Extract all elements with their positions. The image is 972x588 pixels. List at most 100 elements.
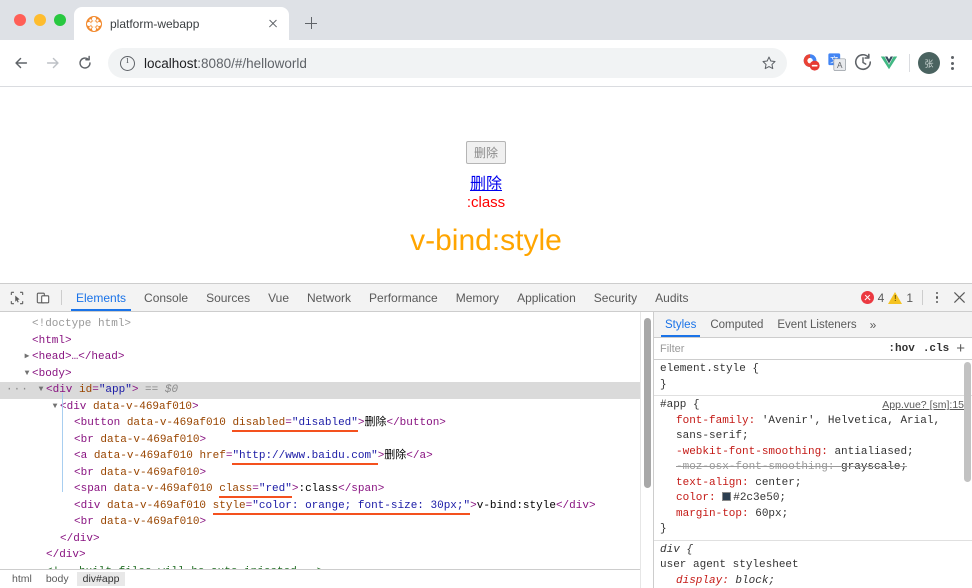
devtools-body: <!doctype html> <html> ▶ <head>…</head> ▼ <bo…: [0, 312, 972, 588]
tab-audits[interactable]: Audits: [646, 284, 697, 311]
css-declaration[interactable]: -moz-osx-font-smoothing: grayscale;: [660, 460, 972, 476]
dom-tree-row[interactable]: <div data-v-469af010 style="color: orang…: [0, 498, 640, 515]
issue-counters[interactable]: 4 1: [860, 284, 917, 311]
tab-styles[interactable]: Styles: [658, 312, 703, 337]
tab-console[interactable]: Console: [135, 284, 197, 311]
dom-token: data-v-469af010: [100, 516, 200, 528]
tab-elements[interactable]: Elements: [67, 284, 135, 311]
minimize-window-button[interactable]: [34, 14, 46, 26]
svg-text:A: A: [837, 61, 843, 70]
css-declaration[interactable]: margin-top: 60px;: [660, 507, 972, 523]
twisty-expanded-icon[interactable]: ▼: [50, 399, 60, 416]
dom-tree-row[interactable]: <br data-v-469af010>: [0, 432, 640, 449]
dom-token: <!-- built files will be auto injected -…: [46, 566, 323, 570]
css-property-name: -webkit-font-smoothing:: [676, 445, 835, 458]
site-info-icon[interactable]: [120, 55, 135, 71]
dom-tree-row[interactable]: <span data-v-469af010 class="red">:class…: [0, 481, 640, 498]
dom-tree-row[interactable]: ▼ <div data-v-469af010>: [0, 399, 640, 416]
tab-performance[interactable]: Performance: [360, 284, 447, 311]
breadcrumb-div-app[interactable]: div#app: [76, 572, 126, 586]
device-toolbar-icon[interactable]: [30, 284, 56, 311]
breadcrumb-html[interactable]: html: [6, 572, 38, 586]
reload-button[interactable]: [70, 48, 100, 78]
dom-token: "http://www.baidu.com": [232, 450, 378, 465]
dom-tree-row[interactable]: ▶ <head>…</head>: [0, 349, 640, 366]
tab-security[interactable]: Security: [585, 284, 646, 311]
css-selector: div {: [660, 543, 694, 556]
css-declaration[interactable]: display: block;: [660, 574, 972, 588]
css-declaration[interactable]: color: #2c3e50;: [660, 491, 972, 507]
css-rule[interactable]: element.style {}: [654, 360, 972, 396]
tab-memory[interactable]: Memory: [447, 284, 508, 311]
dom-token: >: [199, 433, 207, 446]
tab-network[interactable]: Network: [298, 284, 360, 311]
styles-scrollbar-thumb[interactable]: [964, 362, 971, 482]
dom-tree-row[interactable]: <!-- built files will be auto injected -…: [0, 564, 640, 570]
browser-tab[interactable]: platform-webapp: [74, 7, 289, 40]
chevron-double-right-icon[interactable]: »: [864, 312, 883, 337]
css-declaration[interactable]: font-family: 'Avenir', Helvetica, Arial,…: [660, 414, 972, 445]
dom-token: <br: [74, 433, 101, 446]
maximize-window-button[interactable]: [54, 14, 66, 26]
avatar[interactable]: 张: [918, 52, 940, 74]
dom-tree-row[interactable]: ▼ <body>: [0, 366, 640, 383]
dom-tree-row[interactable]: </div>: [0, 547, 640, 564]
new-tab-button[interactable]: [297, 9, 325, 37]
dom-tree-row[interactable]: <!doctype html>: [0, 316, 640, 333]
devtools-menu-button[interactable]: [928, 284, 946, 311]
dom-token: >: [199, 516, 207, 528]
scrollbar-thumb[interactable]: [644, 318, 651, 488]
history-eraser-icon[interactable]: [853, 52, 875, 74]
back-button[interactable]: [6, 48, 36, 78]
dom-tree-row[interactable]: <br data-v-469af010>: [0, 465, 640, 482]
cls-toggle[interactable]: .cls: [919, 343, 953, 355]
star-icon[interactable]: [757, 51, 781, 75]
dom-scrollbar[interactable]: [640, 312, 653, 588]
webpack-icon: [86, 15, 102, 32]
dom-tree-row[interactable]: <button data-v-469af010 disabled="disabl…: [0, 415, 640, 432]
dom-row-more-icon[interactable]: ···: [6, 382, 29, 399]
tab-event-listeners[interactable]: Event Listeners: [770, 312, 863, 337]
css-declaration[interactable]: text-align: center;: [660, 476, 972, 492]
twisty-collapsed-icon[interactable]: ▶: [22, 349, 32, 366]
css-rule-origin[interactable]: App.vue? [sm]:15: [882, 398, 964, 414]
address-bar[interactable]: localhost:8080/#/helloworld: [108, 48, 787, 78]
dom-token: <!doctype html>: [32, 318, 132, 330]
delete-link[interactable]: 删除: [470, 170, 502, 194]
dom-tree-row[interactable]: <html>: [0, 333, 640, 350]
tab-sources[interactable]: Sources: [197, 284, 259, 311]
css-rule[interactable]: #app {App.vue? [sm]:15 font-family: 'Aven…: [654, 396, 972, 541]
dom-tree-row[interactable]: </div>: [0, 531, 640, 548]
dom-tree-row[interactable]: ··· ▼ <div id="app"> == $0: [0, 382, 640, 399]
dom-token: </head>: [78, 351, 125, 363]
tab-computed[interactable]: Computed: [703, 312, 770, 337]
delete-button[interactable]: 删除: [465, 141, 506, 164]
tabbar-spacer: [698, 284, 861, 311]
google-translate-icon[interactable]: 文 A: [827, 52, 849, 74]
hov-toggle[interactable]: :hov: [884, 343, 918, 355]
css-rules-list[interactable]: element.style {} #app {App.vue? [sm]:15 fo…: [654, 360, 972, 588]
tab-application[interactable]: Application: [508, 284, 585, 311]
new-style-rule-button[interactable]: +: [953, 341, 968, 356]
browser-menu-button[interactable]: [942, 51, 962, 75]
vue-devtools-icon[interactable]: [879, 52, 901, 74]
close-window-button[interactable]: [14, 14, 26, 26]
dom-tree-row[interactable]: <a data-v-469af010 href="http://www.baid…: [0, 448, 640, 465]
forward-button[interactable]: [38, 48, 68, 78]
cursor-select-icon[interactable]: [4, 284, 30, 311]
css-declaration[interactable]: -webkit-font-smoothing: antialiased;: [660, 445, 972, 461]
breadcrumb-body[interactable]: body: [40, 572, 75, 586]
close-icon[interactable]: [265, 16, 281, 32]
adblock-icon[interactable]: [801, 52, 823, 74]
tab-vue[interactable]: Vue: [259, 284, 298, 311]
twisty-expanded-icon[interactable]: ▼: [36, 382, 46, 399]
dom-tree-row[interactable]: <br data-v-469af010>: [0, 514, 640, 531]
app-root: 删除 删除 :class v-bind:style: [0, 141, 972, 258]
filter-input[interactable]: [654, 338, 885, 359]
twisty-expanded-icon[interactable]: ▼: [22, 366, 32, 383]
color-swatch[interactable]: [722, 492, 732, 501]
dom-tree[interactable]: <!doctype html> <html> ▶ <head>…</head> ▼ <bo…: [0, 316, 640, 569]
url-path: :8080/#/helloworld: [197, 55, 307, 71]
close-icon[interactable]: [946, 284, 972, 311]
css-rule[interactable]: div {user agent stylesheet display: block…: [654, 541, 972, 588]
